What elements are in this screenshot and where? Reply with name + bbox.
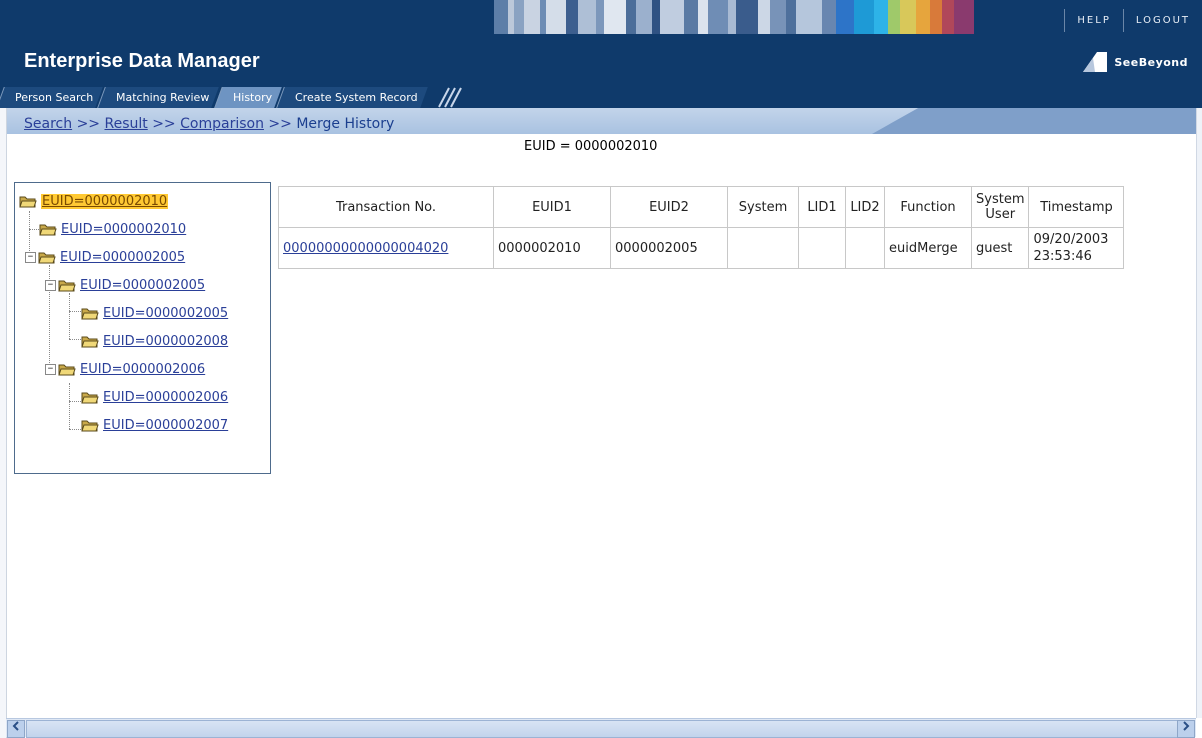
open-folder-icon xyxy=(39,224,57,236)
tree-node: EUID=0000002008 xyxy=(81,329,228,353)
open-folder-icon xyxy=(19,196,37,208)
tree-node-link[interactable]: EUID=0000002006 xyxy=(103,390,228,405)
function-cell: euidMerge xyxy=(884,227,972,269)
scroll-right-button[interactable] xyxy=(1177,720,1195,738)
euid-heading: EUID = 0000002010 xyxy=(524,139,658,154)
transaction-no-link[interactable]: 00000000000000004020 xyxy=(283,241,448,256)
tree-node: EUID=0000002007 xyxy=(81,413,228,437)
collapse-expander-icon[interactable]: − xyxy=(25,251,36,263)
tree-node: EUID=0000002006 xyxy=(81,385,228,409)
column-header-euid1: EUID1 xyxy=(493,186,611,228)
vertical-scrollbar[interactable] xyxy=(1196,108,1202,718)
tree-node: − EUID=0000002006 xyxy=(45,357,205,381)
app-title: Enterprise Data Manager xyxy=(24,50,260,72)
tree-node-root: EUID=0000002010 xyxy=(19,189,169,213)
merge-history-tree: EUID=0000002010 EUID=0000002010 − EUID=0… xyxy=(14,182,271,474)
transaction-table: Transaction No. EUID1 EUID2 System LID1 … xyxy=(278,186,1125,269)
table-header-row: Transaction No. EUID1 EUID2 System LID1 … xyxy=(278,186,1125,228)
breadcrumb-result-link[interactable]: Result xyxy=(104,116,147,132)
header-color-stripes xyxy=(494,0,1022,34)
column-header-lid1: LID1 xyxy=(798,186,846,228)
open-folder-icon xyxy=(81,420,99,432)
logo-text: SeeBeyond xyxy=(1114,55,1188,69)
scrollbar-thumb[interactable] xyxy=(26,720,1178,738)
euid1-cell: 0000002010 xyxy=(493,227,611,269)
tree-node: − EUID=0000002005 xyxy=(25,245,185,269)
breadcrumb-comparison-link[interactable]: Comparison xyxy=(180,116,264,132)
breadcrumb-separator: >> xyxy=(152,116,176,132)
scroll-left-button[interactable] xyxy=(7,720,25,738)
tree-node: EUID=0000002005 xyxy=(81,301,228,325)
column-header-system-user: System User xyxy=(970,186,1030,228)
open-folder-icon xyxy=(58,364,76,376)
seebeyond-logo: SeeBeyond xyxy=(1079,50,1188,74)
app-header: HELP LOGOUT Enterprise Data Manager SeeB… xyxy=(0,0,1202,108)
chevron-right-icon xyxy=(1183,721,1190,731)
open-folder-icon xyxy=(81,308,99,320)
tree-node-link[interactable]: EUID=0000002007 xyxy=(103,418,228,433)
column-header-euid2: EUID2 xyxy=(610,186,728,228)
horizontal-scrollbar[interactable] xyxy=(6,718,1196,738)
breadcrumb-current: Merge History xyxy=(296,116,395,132)
transaction-no-cell: 00000000000000004020 xyxy=(278,227,494,269)
left-frame-edge xyxy=(0,108,7,738)
tree-node-link[interactable]: EUID=0000002006 xyxy=(80,362,205,377)
column-header-system: System xyxy=(727,186,799,228)
column-header-lid2: LID2 xyxy=(845,186,885,228)
tree-node-link[interactable]: EUID=0000002008 xyxy=(103,334,228,349)
tab-person-search[interactable]: Person Search xyxy=(0,87,104,108)
column-header-transaction-no: Transaction No. xyxy=(278,186,494,228)
logo-mark-icon xyxy=(1083,52,1108,72)
tree-node-link[interactable]: EUID=0000002010 xyxy=(61,222,186,237)
lid2-cell xyxy=(845,227,885,269)
lid1-cell xyxy=(798,227,846,269)
tab-history[interactable]: History xyxy=(213,87,282,108)
open-folder-icon xyxy=(81,336,99,348)
system-cell xyxy=(727,227,799,269)
column-header-function: Function xyxy=(884,186,972,228)
breadcrumb-separator: >> xyxy=(268,116,292,132)
collapse-expander-icon[interactable]: − xyxy=(45,363,56,375)
breadcrumb-search-link[interactable]: Search xyxy=(24,116,72,132)
top-links: HELP LOGOUT xyxy=(1064,8,1202,32)
help-link[interactable]: HELP xyxy=(1064,8,1122,32)
breadcrumb: Search >> Result >> Comparison >> Merge … xyxy=(24,116,394,132)
main-tab-bar: Person Search Matching Review History Cr… xyxy=(0,84,465,108)
timestamp-cell: 09/20/2003 23:53:46 xyxy=(1028,227,1125,269)
tree-node-link[interactable]: EUID=0000002010 xyxy=(41,193,169,209)
collapse-expander-icon[interactable]: − xyxy=(45,279,56,291)
system-user-cell: guest xyxy=(970,227,1030,269)
tree-node-link[interactable]: EUID=0000002005 xyxy=(60,250,185,265)
euid2-cell: 0000002005 xyxy=(610,227,728,269)
open-folder-icon xyxy=(81,392,99,404)
logout-link[interactable]: LOGOUT xyxy=(1122,8,1202,32)
chevron-left-icon xyxy=(12,721,19,731)
tree-node: EUID=0000002010 xyxy=(39,217,186,241)
open-folder-icon xyxy=(58,280,76,292)
tree-node: − EUID=0000002005 xyxy=(45,273,205,297)
breadcrumb-separator: >> xyxy=(76,116,101,132)
column-header-timestamp: Timestamp xyxy=(1028,186,1125,228)
open-folder-icon xyxy=(38,252,56,264)
tab-create-system-record[interactable]: Create System Record xyxy=(275,87,428,108)
tab-matching-review[interactable]: Matching Review xyxy=(97,87,220,108)
tree-node-link[interactable]: EUID=0000002005 xyxy=(80,278,205,293)
table-row: 00000000000000004020 0000002010 00000020… xyxy=(278,227,1125,269)
tab-bar-slashes-icon xyxy=(438,87,463,108)
tree-node-link[interactable]: EUID=0000002005 xyxy=(103,306,228,321)
